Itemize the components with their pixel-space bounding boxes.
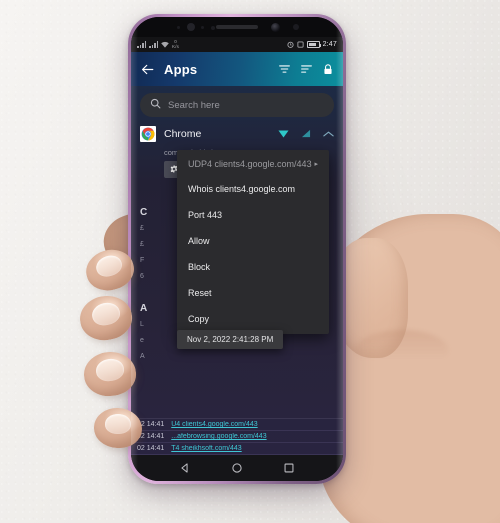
menu-item-reset[interactable]: Reset xyxy=(177,280,329,306)
menu-item-copy[interactable]: Copy xyxy=(177,306,329,332)
context-menu-header: UDP4 clients4.google.com/443 ▸ xyxy=(177,152,329,176)
context-menu: UDP4 clients4.google.com/443 ▸ Whois cli… xyxy=(177,150,329,334)
timestamp-tooltip: Nov 2, 2022 2:41:28 PM xyxy=(177,330,284,349)
context-menu-header-label: UDP4 clients4.google.com/443 xyxy=(188,159,312,169)
fingernail xyxy=(105,414,131,434)
menu-item-port[interactable]: Port 443 xyxy=(177,202,329,228)
menu-item-whois[interactable]: Whois clients4.google.com xyxy=(177,176,329,202)
menu-item-allow[interactable]: Allow xyxy=(177,228,329,254)
menu-item-block[interactable]: Block xyxy=(177,254,329,280)
chevron-right-icon[interactable]: ▸ xyxy=(314,160,318,168)
